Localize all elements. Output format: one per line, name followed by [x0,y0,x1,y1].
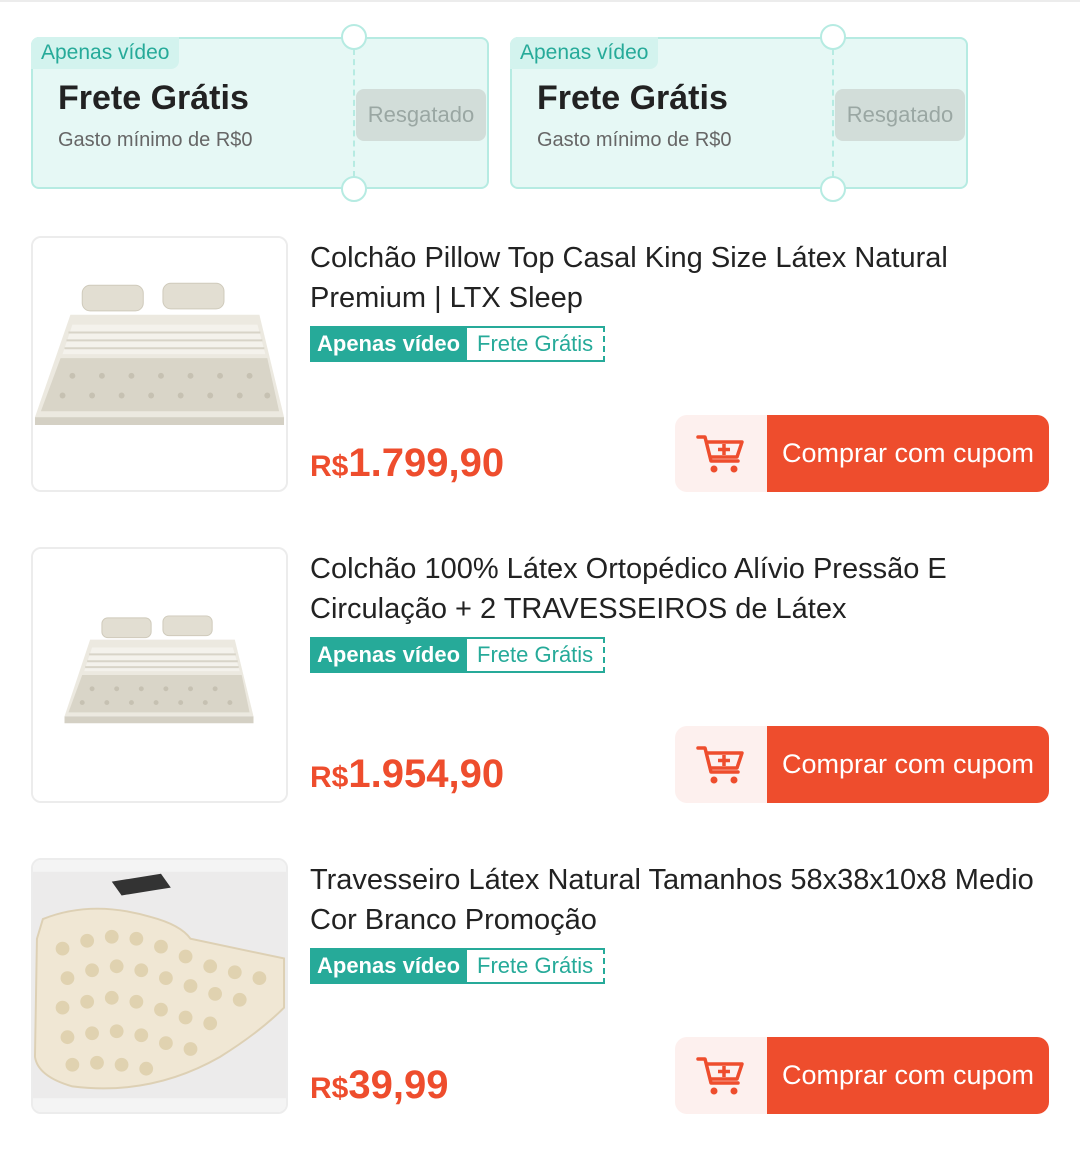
product-image[interactable] [31,858,288,1114]
free-shipping-badge: Frete Grátis [467,637,606,673]
coupon-notch [820,24,846,50]
coupon-min-spend: Gasto mínimo de R$0 [537,129,732,151]
redeemed-button[interactable]: Resgatado [835,89,965,141]
mattress-image [33,549,286,801]
price-value: 1.954,90 [348,752,505,796]
add-to-cart-button[interactable] [675,1037,767,1114]
add-to-cart-icon [696,745,744,783]
badge-group: Apenas vídeo Frete Grátis [310,948,606,984]
add-to-cart-button[interactable] [675,415,767,492]
redeemed-button[interactable]: Resgatado [356,89,486,141]
coupon-title: Frete Grátis [58,79,249,117]
product-title[interactable]: Colchão Pillow Top Casal King Size Látex… [310,238,1050,318]
price-currency: R$ [310,450,349,483]
product-price: R$1.954,90 [310,752,504,797]
product-price: R$39,99 [310,1063,448,1108]
coupon-notch [341,24,367,50]
product-image[interactable] [31,236,288,492]
free-shipping-badge: Frete Grátis [467,948,606,984]
badge-group: Apenas vídeo Frete Grátis [310,326,606,362]
price-currency: R$ [310,1072,349,1105]
price-currency: R$ [310,761,349,794]
pillow-image [33,860,286,1112]
add-to-cart-icon [696,434,744,472]
video-only-badge: Apenas vídeo [310,326,468,362]
price-value: 39,99 [348,1063,449,1107]
product-title[interactable]: Colchão 100% Látex Ortopédico Alívio Pre… [310,549,1050,629]
coupon-notch [820,176,846,202]
price-value: 1.799,90 [348,441,505,485]
product-card[interactable]: Colchão 100% Látex Ortopédico Alívio Pre… [0,547,1080,807]
coupon-min-spend: Gasto mínimo de R$0 [58,129,253,151]
video-only-badge: Apenas vídeo [310,948,468,984]
buy-with-coupon-button[interactable]: Comprar com cupom [767,415,1049,492]
free-shipping-badge: Frete Grátis [467,326,606,362]
coupon-divider [353,49,355,177]
coupon-tag: Apenas vídeo [31,37,180,69]
product-price: R$1.799,90 [310,441,504,486]
product-image[interactable] [31,547,288,803]
coupon-divider [832,49,834,177]
badge-group: Apenas vídeo Frete Grátis [310,637,606,673]
product-title[interactable]: Travesseiro Látex Natural Tamanhos 58x38… [310,860,1050,940]
free-shipping-coupon: Apenas vídeo Frete Grátis Gasto mínimo d… [510,24,968,202]
video-only-badge: Apenas vídeo [310,637,468,673]
top-divider [0,0,1080,2]
coupon-title: Frete Grátis [537,79,728,117]
buy-with-coupon-button[interactable]: Comprar com cupom [767,1037,1049,1114]
buy-with-coupon-button[interactable]: Comprar com cupom [767,726,1049,803]
add-to-cart-button[interactable] [675,726,767,803]
add-to-cart-icon [696,1056,744,1094]
free-shipping-coupon: Apenas vídeo Frete Grátis Gasto mínimo d… [31,24,489,202]
coupon-tag: Apenas vídeo [510,37,659,69]
mattress-image [33,238,286,490]
coupon-notch [341,176,367,202]
product-card[interactable]: Travesseiro Látex Natural Tamanhos 58x38… [0,858,1080,1118]
product-card[interactable]: Colchão Pillow Top Casal King Size Látex… [0,236,1080,496]
